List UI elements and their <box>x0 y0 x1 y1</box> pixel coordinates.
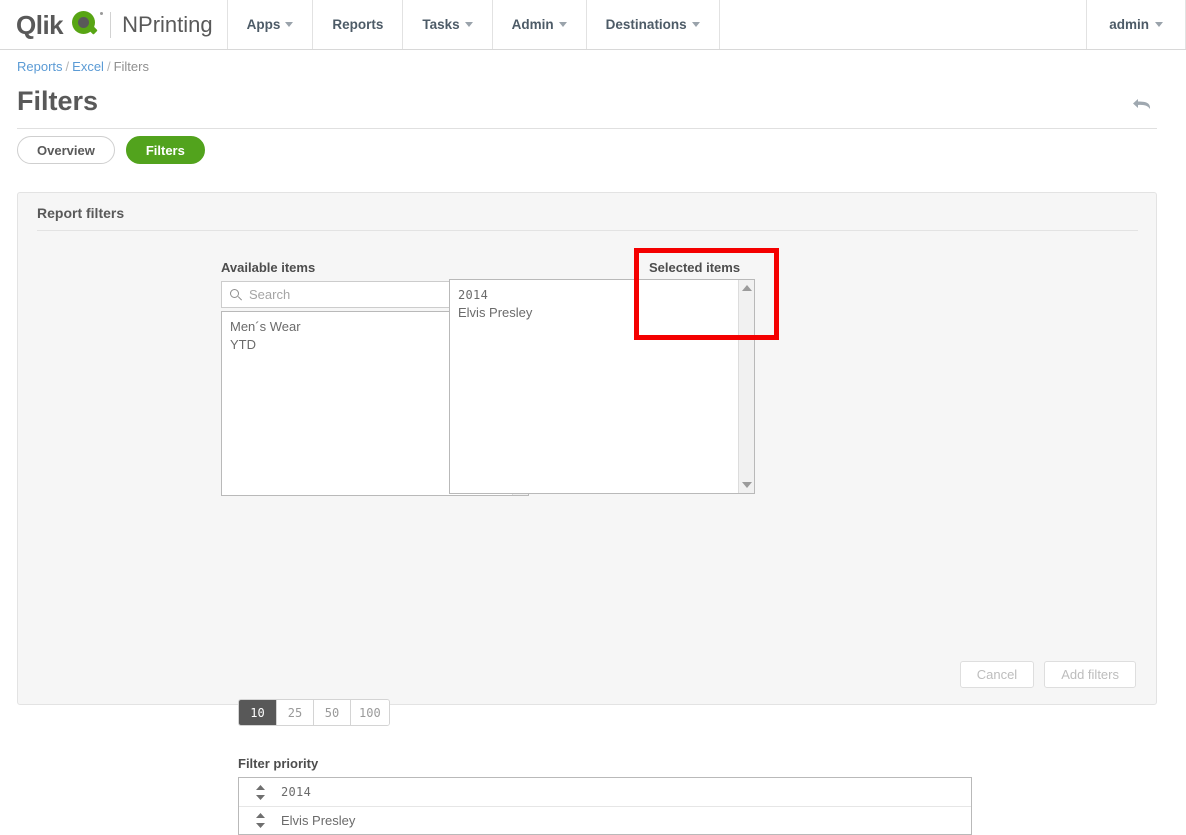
search-placeholder: Search <box>249 287 291 302</box>
filter-priority-table: 2014 Elvis Presley <box>238 777 972 835</box>
nav-item-destinations[interactable]: Destinations <box>585 0 719 49</box>
page-size-100[interactable]: 100 <box>350 700 389 725</box>
nav-item-admin[interactable]: Admin <box>491 0 586 49</box>
product-name: NPrinting <box>122 11 213 37</box>
card-divider <box>37 230 1138 231</box>
nav-item-destinations-label: Destinations <box>605 17 687 32</box>
table-row[interactable]: 2014 <box>239 778 971 806</box>
selected-items-label: Selected items <box>649 260 741 275</box>
page-size-10[interactable]: 10 <box>239 700 276 725</box>
selected-items-list: 2014 Elvis Presley <box>450 280 738 493</box>
chevron-down-icon <box>1155 22 1163 27</box>
nav-item-tasks[interactable]: Tasks <box>402 0 491 49</box>
chevron-down-icon <box>285 22 294 27</box>
available-items-label: Available items <box>221 260 316 275</box>
qlik-wordmark: Qlik <box>16 9 64 40</box>
report-filters-card: Report filters Available items Search Me… <box>17 192 1157 835</box>
title-divider <box>17 128 1157 129</box>
chevron-down-icon <box>558 22 567 27</box>
breadcrumb: Reports / Excel / Filters <box>17 59 149 74</box>
scroll-down-icon[interactable] <box>741 482 752 488</box>
chevron-down-icon <box>691 22 700 27</box>
filter-priority-row-label: 2014 <box>281 785 312 799</box>
drag-handle-icon[interactable] <box>239 784 281 800</box>
search-icon <box>230 288 242 301</box>
breadcrumb-link-reports[interactable]: Reports <box>17 59 63 74</box>
nav-item-admin-label: Admin <box>511 17 554 32</box>
view-tabs: Overview Filters <box>17 136 205 164</box>
tab-filters-label: Filters <box>145 142 185 158</box>
tab-overview-label: Overview <box>37 142 95 158</box>
cancel-button[interactable]: Cancel <box>959 661 1035 688</box>
back-arrow-icon[interactable] <box>1130 90 1156 116</box>
selected-items-scrollbar[interactable] <box>738 280 754 493</box>
tab-overview[interactable]: Overview <box>17 136 115 164</box>
page-title: Filters <box>17 86 99 116</box>
table-row[interactable]: Elvis Presley <box>239 806 971 834</box>
nav-item-reports[interactable]: Reports <box>312 0 402 49</box>
card-title: Report filters <box>37 205 125 221</box>
selected-items-listbox[interactable]: 2014 Elvis Presley <box>449 279 755 494</box>
breadcrumb-link-excel[interactable]: Excel <box>72 59 104 74</box>
tab-filters[interactable]: Filters <box>125 136 205 164</box>
card-footer: Cancel Add filters <box>959 661 1136 688</box>
chevron-down-icon <box>464 22 473 27</box>
breadcrumb-separator: / <box>65 59 70 74</box>
nav-item-tasks-label: Tasks <box>422 17 460 32</box>
nav-item-apps-label: Apps <box>246 17 281 32</box>
user-menu-label: admin <box>1109 17 1149 32</box>
page-size-group: 10 25 50 100 <box>238 699 390 726</box>
scroll-up-icon[interactable] <box>741 285 752 291</box>
user-menu[interactable]: admin <box>1086 0 1186 49</box>
filter-priority-label: Filter priority <box>238 756 319 771</box>
drag-handle-icon[interactable] <box>239 813 281 828</box>
navbar-spacer <box>718 0 1087 49</box>
nav-item-apps[interactable]: Apps <box>226 0 313 49</box>
brand-logo[interactable]: Qlik NPrinting <box>0 0 227 49</box>
list-item[interactable]: Elvis Presley <box>458 304 738 322</box>
nav-item-reports-label: Reports <box>332 17 384 32</box>
top-navbar: Qlik NPrinting Apps Reports Tasks Admin … <box>0 0 1186 50</box>
page-size-50[interactable]: 50 <box>313 700 350 725</box>
qlik-q-logo-icon <box>72 11 104 38</box>
add-filters-button[interactable]: Add filters <box>1044 661 1136 688</box>
page-size-25[interactable]: 25 <box>276 700 313 725</box>
breadcrumb-separator: / <box>106 59 111 74</box>
filter-priority-row-label: Elvis Presley <box>281 813 356 828</box>
brand-divider <box>110 11 112 38</box>
breadcrumb-current: Filters <box>113 59 149 74</box>
list-item[interactable]: 2014 <box>458 286 738 304</box>
